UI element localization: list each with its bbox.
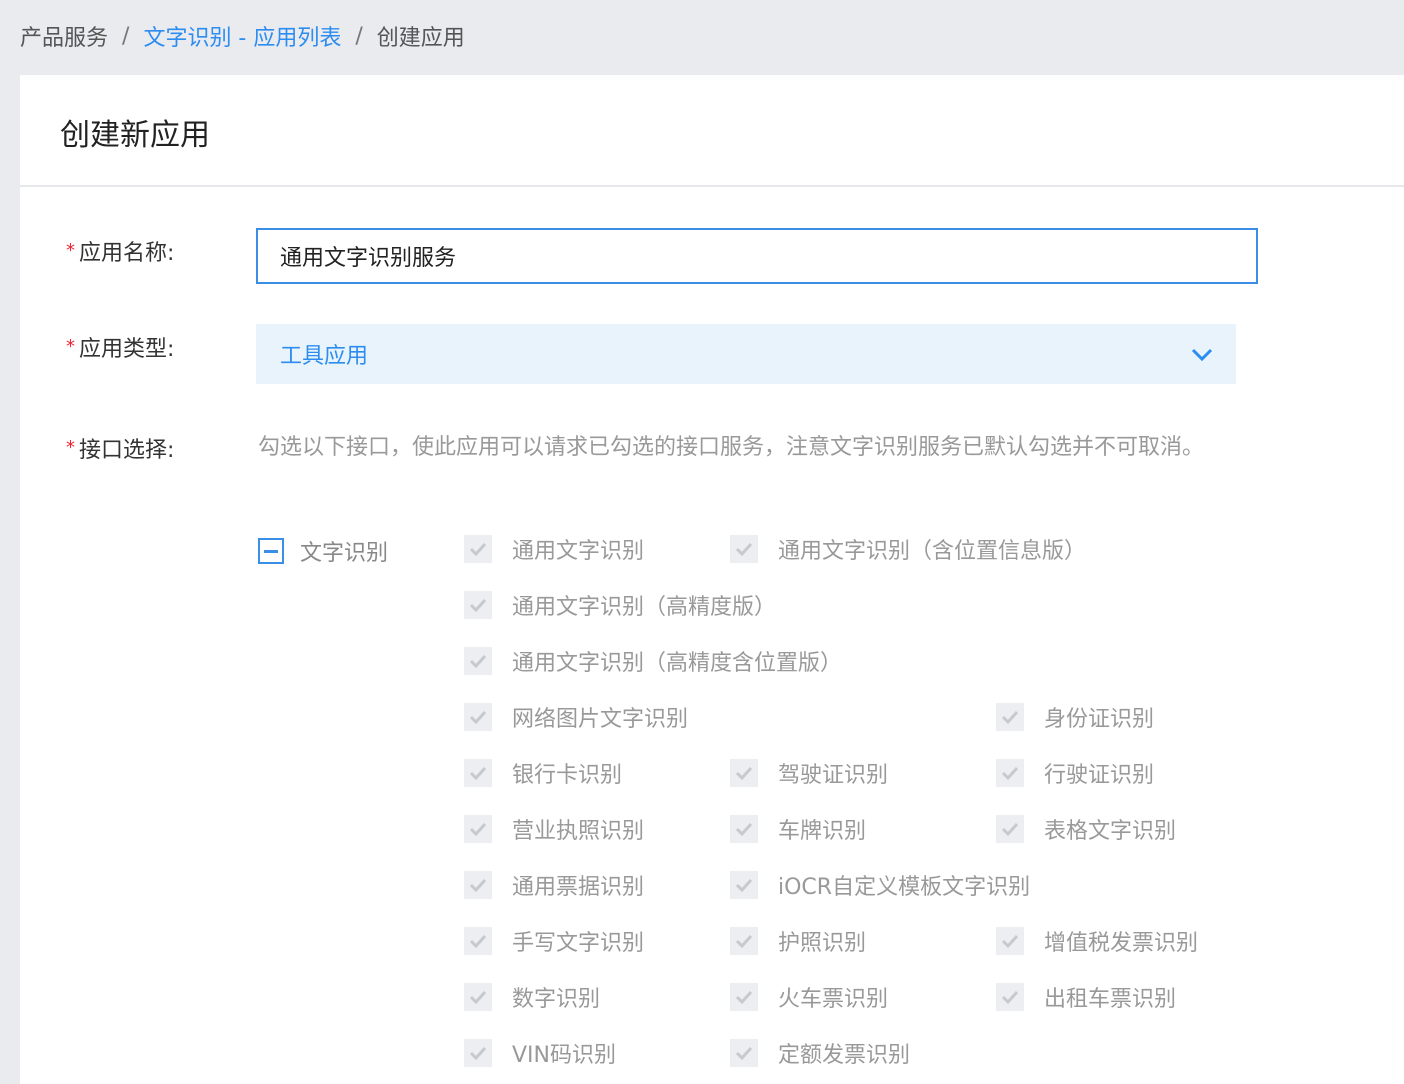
app-name-label: * 应用名称: <box>66 240 175 266</box>
api-checkbox-label: 火车票识别 <box>778 987 889 1012</box>
api-checkbox-label: 通用文字识别 <box>512 539 645 564</box>
api-checkbox-label: 护照识别 <box>778 931 867 956</box>
api-checkbox-label: 定额发票识别 <box>778 1043 911 1068</box>
breadcrumb-separator: / <box>122 23 130 49</box>
api-checkbox-item[interactable]: 行驶证识别 <box>996 757 1154 789</box>
api-checkbox-label: 银行卡识别 <box>512 763 623 788</box>
checked-disabled-checkbox-icon <box>730 535 758 563</box>
breadcrumb-root[interactable]: 产品服务 <box>20 20 108 52</box>
api-checkbox-item[interactable]: 增值税发票识别 <box>996 925 1198 957</box>
api-checkbox-label: 增值税发票识别 <box>1044 931 1199 956</box>
api-checkbox-item[interactable]: 定额发票识别 <box>730 1037 910 1069</box>
indeterminate-checkbox-icon <box>258 538 284 564</box>
checked-disabled-checkbox-icon <box>730 759 758 787</box>
api-checkbox-label: VIN码识别 <box>512 1043 616 1068</box>
checked-disabled-checkbox-icon <box>730 927 758 955</box>
breadcrumb-app-list-link[interactable]: 文字识别 - 应用列表 <box>143 20 341 52</box>
group-checkbox-text-recognition[interactable]: 文字识别 <box>258 535 388 567</box>
api-select-label: * 接口选择: <box>66 437 175 463</box>
api-checkbox-item[interactable]: 通用文字识别（高精度含位置版） <box>464 645 842 677</box>
checked-disabled-checkbox-icon <box>464 815 492 843</box>
app-type-select[interactable]: 工具应用 <box>256 324 1236 384</box>
api-checkbox-label: 通用文字识别（高精度含位置版） <box>512 651 843 676</box>
api-checkbox-label: iOCR自定义模板文字识别 <box>778 875 1031 900</box>
api-checkbox-item[interactable]: 出租车票识别 <box>996 981 1176 1013</box>
api-checkbox-item[interactable]: 通用文字识别（含位置信息版） <box>730 533 1086 565</box>
api-checkbox-label: 手写文字识别 <box>512 931 645 956</box>
checked-disabled-checkbox-icon <box>996 983 1024 1011</box>
api-checkbox-label: 营业执照识别 <box>512 819 645 844</box>
api-checkbox-item[interactable]: 网络图片文字识别 <box>464 701 688 733</box>
required-mark: * <box>66 336 75 357</box>
api-checkbox-item[interactable]: 车牌识别 <box>730 813 866 845</box>
api-checkbox-label: 网络图片文字识别 <box>512 707 689 732</box>
checked-disabled-checkbox-icon <box>464 535 492 563</box>
api-checkbox-item[interactable]: iOCR自定义模板文字识别 <box>730 869 1030 901</box>
checked-disabled-checkbox-icon <box>464 871 492 899</box>
api-checkbox-item[interactable]: 银行卡识别 <box>464 757 622 789</box>
api-checkbox-item[interactable]: VIN码识别 <box>464 1037 616 1069</box>
checked-disabled-checkbox-icon <box>464 983 492 1011</box>
checked-disabled-checkbox-icon <box>464 1039 492 1067</box>
title-divider <box>20 185 1404 187</box>
app-type-value: 工具应用 <box>280 344 369 369</box>
api-checkbox-label: 通用票据识别 <box>512 875 645 900</box>
create-app-panel: 创建新应用 * 应用名称: 通用文字识别服务 * 应用类型: 工具应用 * 接口选择:… <box>20 75 1404 1084</box>
api-checkbox-item[interactable]: 通用文字识别 <box>464 533 644 565</box>
api-checkbox-label: 驾驶证识别 <box>778 763 889 788</box>
checked-disabled-checkbox-icon <box>730 871 758 899</box>
checked-disabled-checkbox-icon <box>730 815 758 843</box>
checked-disabled-checkbox-icon <box>730 1039 758 1067</box>
api-checkbox-label: 身份证识别 <box>1044 707 1155 732</box>
api-checkbox-item[interactable]: 数字识别 <box>464 981 600 1013</box>
api-description: 勾选以下接口，使此应用可以请求已勾选的接口服务，注意文字识别服务已默认勾选并不可… <box>258 435 1205 460</box>
checked-disabled-checkbox-icon <box>464 703 492 731</box>
checked-disabled-checkbox-icon <box>730 983 758 1011</box>
api-checkbox-label: 通用文字识别（高精度版） <box>512 595 777 620</box>
api-checkbox-item[interactable]: 营业执照识别 <box>464 813 644 845</box>
app-type-label: * 应用类型: <box>66 336 175 362</box>
app-name-input[interactable]: 通用文字识别服务 <box>256 228 1258 284</box>
api-checkbox-label: 表格文字识别 <box>1044 819 1177 844</box>
required-mark: * <box>66 437 75 458</box>
page-title: 创建新应用 <box>60 118 210 153</box>
api-checkbox-item[interactable]: 护照识别 <box>730 925 866 957</box>
api-checkbox-item[interactable]: 通用票据识别 <box>464 869 644 901</box>
api-checkbox-item[interactable]: 火车票识别 <box>730 981 888 1013</box>
checked-disabled-checkbox-icon <box>464 927 492 955</box>
api-checkbox-label: 出租车票识别 <box>1044 987 1177 1012</box>
api-checkbox-item[interactable]: 身份证识别 <box>996 701 1154 733</box>
api-checkbox-label: 车牌识别 <box>778 819 867 844</box>
checked-disabled-checkbox-icon <box>464 647 492 675</box>
api-checkbox-item[interactable]: 表格文字识别 <box>996 813 1176 845</box>
api-checkbox-label: 行驶证识别 <box>1044 763 1155 788</box>
api-checkbox-item[interactable]: 手写文字识别 <box>464 925 644 957</box>
checked-disabled-checkbox-icon <box>996 703 1024 731</box>
breadcrumb-separator: / <box>355 23 363 49</box>
checked-disabled-checkbox-icon <box>996 815 1024 843</box>
required-mark: * <box>66 240 75 261</box>
checked-disabled-checkbox-icon <box>996 759 1024 787</box>
api-checkbox-item[interactable]: 通用文字识别（高精度版） <box>464 589 776 621</box>
chevron-down-icon <box>1191 348 1213 362</box>
api-checkbox-item[interactable]: 驾驶证识别 <box>730 757 888 789</box>
checked-disabled-checkbox-icon <box>996 927 1024 955</box>
breadcrumb-current: 创建应用 <box>376 26 465 51</box>
checked-disabled-checkbox-icon <box>464 759 492 787</box>
breadcrumb: 产品服务 / 文字识别 - 应用列表 / 创建应用 <box>20 18 465 54</box>
api-checkbox-label: 数字识别 <box>512 987 601 1012</box>
checked-disabled-checkbox-icon <box>464 591 492 619</box>
group-label: 文字识别 <box>300 541 389 566</box>
api-checkbox-label: 通用文字识别（含位置信息版） <box>778 539 1087 564</box>
